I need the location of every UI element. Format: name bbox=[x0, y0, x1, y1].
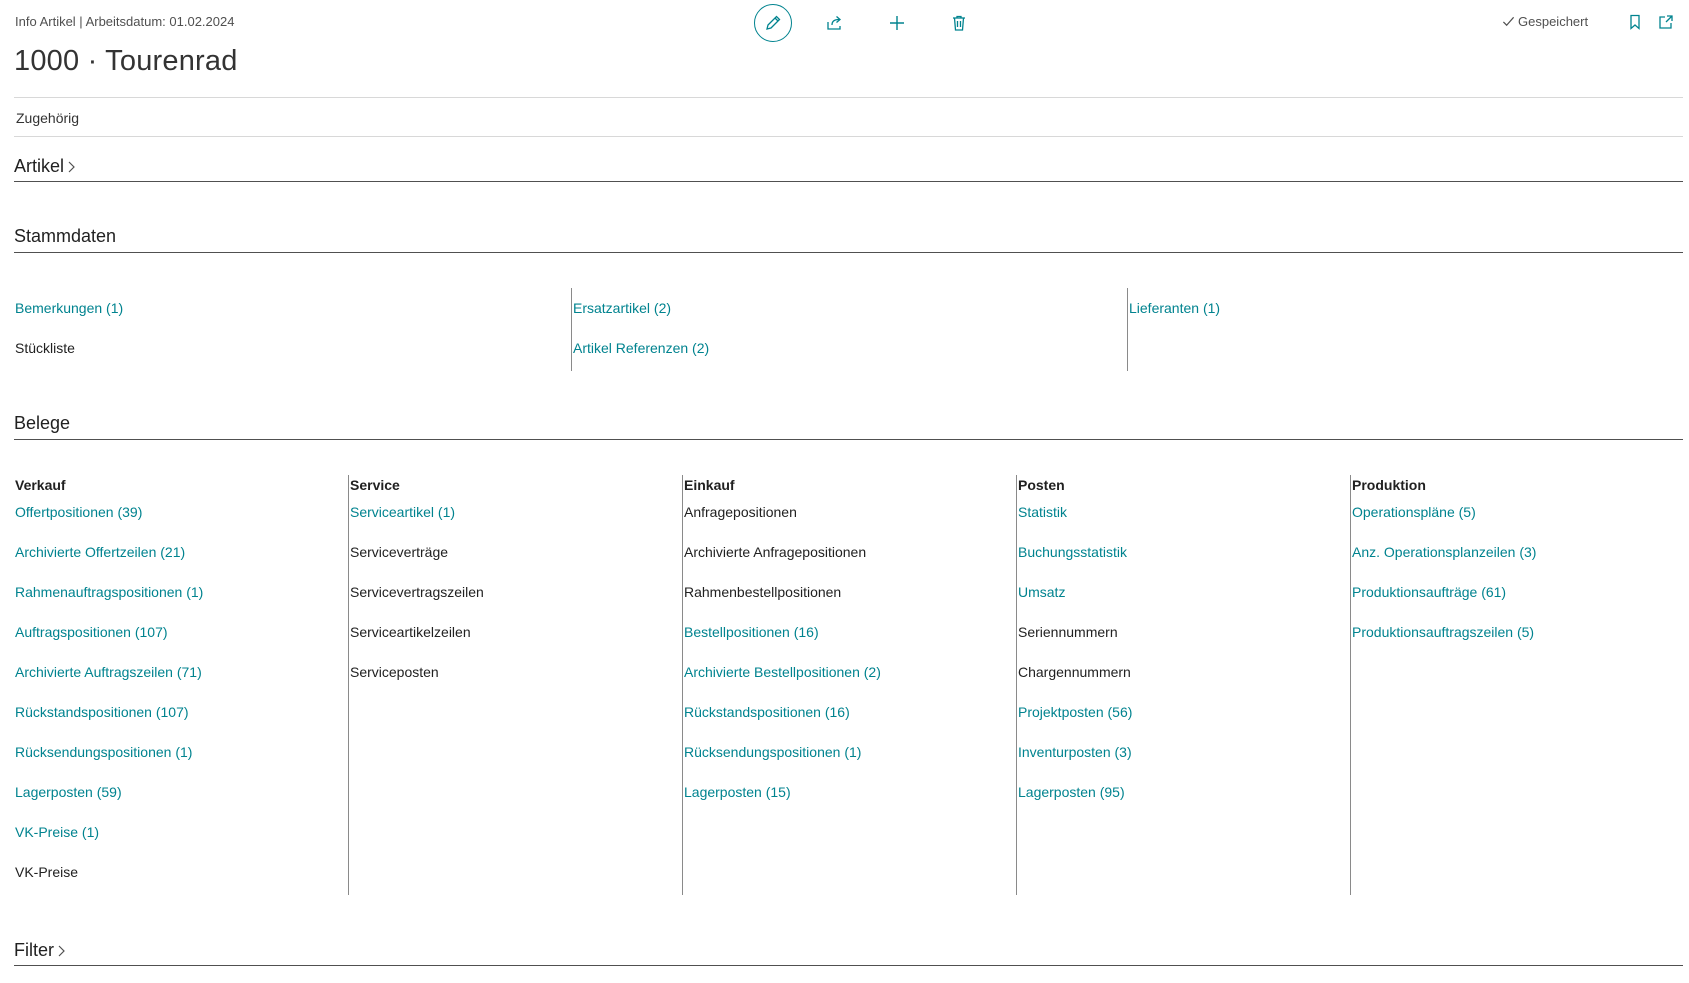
share-icon bbox=[827, 16, 841, 30]
section-stammdaten-title: Stammdaten bbox=[14, 226, 117, 246]
list-item[interactable]: Rücksendungspositionen (1) bbox=[684, 742, 1015, 782]
page-caption: Info Artikel | Arbeitsdatum: 01.02.2024 bbox=[15, 14, 235, 29]
section-belege: Belege bbox=[14, 413, 1683, 440]
list-item[interactable]: Lagerposten (59) bbox=[15, 782, 348, 822]
share-button[interactable] bbox=[816, 4, 854, 42]
list-item[interactable]: Rückstandspositionen (16) bbox=[684, 702, 1015, 742]
chevron-right-icon bbox=[58, 945, 65, 956]
list-item: Rahmenbestellpositionen bbox=[684, 584, 842, 600]
list-item[interactable]: Archivierte Bestellpositionen (2) bbox=[684, 662, 1015, 702]
belege-column-service: Service Serviceartikel (1) Serviceverträ… bbox=[348, 475, 681, 895]
list-item[interactable]: Archivierte Offertzeilen (21) bbox=[15, 542, 348, 582]
edit-button[interactable] bbox=[754, 4, 792, 42]
belege-column-produktion: Produktion Operationspläne (5) Anz. Oper… bbox=[1350, 475, 1683, 895]
top-bar: Info Artikel | Arbeitsdatum: 01.02.2024 bbox=[0, 0, 1689, 44]
list-item[interactable]: Lieferanten (1) bbox=[1128, 298, 1682, 338]
column-heading: Einkauf bbox=[684, 477, 735, 493]
list-item[interactable]: Serviceartikel (1) bbox=[350, 502, 681, 542]
list-item: Servicevertragszeilen bbox=[350, 584, 484, 600]
list-item[interactable]: Auftragspositionen (107) bbox=[15, 622, 348, 662]
list-item: Stückliste bbox=[15, 340, 75, 356]
bookmark-button[interactable] bbox=[1625, 12, 1645, 32]
list-item[interactable]: Buchungsstatistik bbox=[1018, 542, 1349, 582]
list-item[interactable]: Rücksendungspositionen (1) bbox=[15, 742, 348, 782]
stammdaten-column: Lieferanten (1) bbox=[1127, 288, 1682, 371]
list-item: Serviceartikelzeilen bbox=[350, 624, 471, 640]
list-item[interactable]: Produktionsauftragszeilen (5) bbox=[1352, 622, 1683, 662]
section-stammdaten: Stammdaten bbox=[14, 226, 1683, 253]
list-item[interactable]: Produktionsaufträge (61) bbox=[1352, 582, 1683, 622]
section-filter[interactable]: Filter bbox=[14, 940, 1683, 966]
open-new-window-icon bbox=[1659, 15, 1673, 29]
delete-button[interactable] bbox=[940, 4, 978, 42]
list-item[interactable]: Rahmenauftragspositionen (1) bbox=[15, 582, 348, 622]
list-item: Serviceverträge bbox=[350, 544, 449, 560]
list-item[interactable]: Operationspläne (5) bbox=[1352, 502, 1683, 542]
action-bar bbox=[754, 4, 1002, 42]
page-title: 1000 · Tourenrad bbox=[14, 45, 238, 77]
related-bar: Zugehörig bbox=[14, 97, 1683, 137]
list-item: VK-Preise bbox=[15, 864, 79, 880]
list-item[interactable]: Archivierte Auftragszeilen (71) bbox=[15, 662, 348, 702]
list-item[interactable]: Rückstandspositionen (107) bbox=[15, 702, 348, 742]
list-item: Anfragepositionen bbox=[684, 504, 797, 520]
stammdaten-column: Bemerkungen (1) Stückliste bbox=[15, 288, 570, 371]
list-item[interactable]: Lagerposten (15) bbox=[684, 782, 1015, 822]
list-item[interactable]: Lagerposten (95) bbox=[1018, 782, 1349, 822]
belege-column-einkauf: Einkauf Anfragepositionen Archivierte An… bbox=[682, 475, 1015, 895]
list-item[interactable]: Bemerkungen (1) bbox=[15, 298, 570, 338]
belege-column-posten: Posten Statistik Buchungsstatistik Umsat… bbox=[1016, 475, 1349, 895]
section-belege-title: Belege bbox=[14, 413, 71, 433]
section-artikel-title: Artikel bbox=[14, 156, 65, 176]
list-item[interactable]: Bestellpositionen (16) bbox=[684, 622, 1015, 662]
column-heading: Verkauf bbox=[15, 477, 66, 493]
list-item[interactable]: Inventurposten (3) bbox=[1018, 742, 1349, 782]
list-item: Chargennummern bbox=[1018, 664, 1131, 680]
stammdaten-column: Ersatzartikel (2) Artikel Referenzen (2) bbox=[571, 288, 1126, 371]
column-heading: Service bbox=[350, 477, 400, 493]
delete-icon bbox=[953, 15, 965, 31]
list-item[interactable]: Statistik bbox=[1018, 502, 1349, 542]
section-filter-title: Filter bbox=[14, 940, 54, 960]
column-heading: Produktion bbox=[1352, 477, 1426, 493]
list-item[interactable]: VK-Preise (1) bbox=[15, 822, 348, 862]
plus-icon bbox=[890, 16, 904, 30]
list-item: Serviceposten bbox=[350, 664, 439, 680]
save-status: Gespeichert bbox=[1502, 14, 1588, 29]
save-status-label: Gespeichert bbox=[1518, 14, 1589, 29]
list-item[interactable]: Umsatz bbox=[1018, 582, 1349, 622]
list-item[interactable]: Ersatzartikel (2) bbox=[572, 298, 1126, 338]
list-item[interactable]: Projektposten (56) bbox=[1018, 702, 1349, 742]
chevron-right-icon bbox=[68, 161, 75, 172]
open-new-window-button[interactable] bbox=[1656, 12, 1676, 32]
related-menu[interactable]: Zugehörig bbox=[16, 110, 79, 126]
list-item: Archivierte Anfragepositionen bbox=[684, 544, 867, 560]
list-item[interactable]: Artikel Referenzen (2) bbox=[572, 338, 1126, 378]
edit-icon bbox=[766, 15, 781, 30]
section-artikel[interactable]: Artikel bbox=[14, 156, 1683, 182]
bookmark-icon bbox=[1630, 14, 1640, 30]
list-item[interactable]: Anz. Operationsplanzeilen (3) bbox=[1352, 542, 1683, 582]
list-item[interactable]: Offertpositionen (39) bbox=[15, 502, 348, 542]
checkmark-icon bbox=[1502, 16, 1515, 27]
column-heading: Posten bbox=[1018, 477, 1065, 493]
list-item: Seriennummern bbox=[1018, 624, 1118, 640]
belege-column-verkauf: Verkauf Offertpositionen (39) Archiviert… bbox=[15, 475, 348, 895]
new-button[interactable] bbox=[878, 4, 916, 42]
